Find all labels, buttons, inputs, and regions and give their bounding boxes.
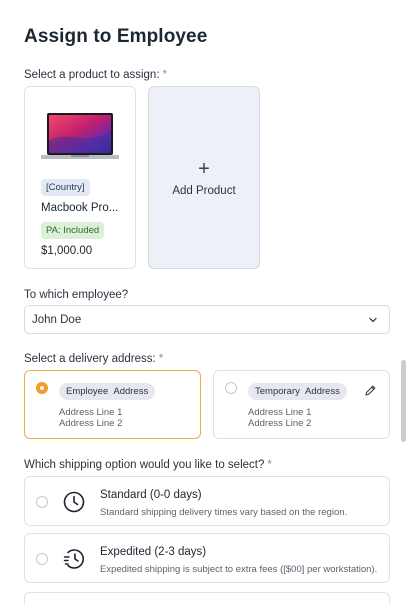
shipping-radio-expedited[interactable]	[36, 553, 48, 565]
add-product-button[interactable]: + Add Product	[148, 86, 260, 269]
country-badge: [Country]	[41, 179, 90, 196]
pencil-icon[interactable]	[364, 384, 377, 397]
required-mark: *	[267, 459, 272, 471]
product-price: $1,000.00	[41, 245, 93, 257]
shipping-radio-standard[interactable]	[36, 496, 48, 508]
shipping-description: Standard shipping delivery times vary ba…	[100, 507, 348, 518]
page-title: Assign to Employee	[24, 26, 208, 47]
add-product-label: Add Product	[172, 184, 236, 197]
chevron-down-icon	[369, 317, 377, 323]
employee-select[interactable]: John Doe	[24, 305, 390, 334]
shipping-description: Expedited shipping is subject to extra f…	[100, 564, 378, 575]
clock-icon	[63, 491, 85, 513]
address-radio-temporary[interactable]	[225, 382, 237, 394]
address-section-label: Select a delivery address: *	[24, 353, 164, 365]
shipping-section-label: Which shipping option would you like to …	[24, 459, 272, 471]
product-name: Macbook Pro...	[41, 202, 119, 214]
shipping-title: Expedited (2-3 days)	[100, 546, 207, 558]
plus-icon: +	[198, 157, 210, 180]
shipping-title: Standard (0-0 days)	[100, 489, 202, 501]
address-line-2: Address Line 2	[248, 418, 312, 429]
employee-section-label: To which employee?	[24, 289, 129, 301]
product-section-label: Select a product to assign: *	[24, 69, 168, 81]
address-radio-employee[interactable]	[36, 382, 48, 394]
pa-status-badge: PA: Included	[41, 222, 105, 239]
scrollbar-thumb[interactable]	[401, 360, 406, 442]
required-mark: *	[158, 353, 164, 365]
shipping-option-expedited[interactable]: Expedited (2-3 days) Expedited shipping …	[24, 533, 390, 583]
product-card-macbook[interactable]: [Country] Macbook Pro... PA: Included $1…	[24, 86, 136, 269]
laptop-image	[41, 113, 119, 159]
address-line-2: Address Line 2	[59, 418, 123, 429]
address-line-1: Address Line 1	[59, 407, 123, 418]
employee-select-value: John Doe	[32, 314, 82, 326]
shipping-option-standard[interactable]: Standard (0-0 days) Standard shipping de…	[24, 476, 390, 526]
address-option-employee[interactable]: Employee Address Address Line 1 Address …	[24, 370, 201, 439]
required-mark: *	[162, 69, 168, 81]
fast-clock-icon	[63, 549, 84, 569]
shipping-option-partial[interactable]	[24, 592, 390, 605]
address-line-1: Address Line 1	[248, 407, 312, 418]
address-option-temporary[interactable]: Temporary Address Address Line 1 Address…	[213, 370, 390, 439]
address-tag: Employee Address	[59, 383, 156, 400]
address-tag: Temporary Address	[248, 383, 347, 400]
